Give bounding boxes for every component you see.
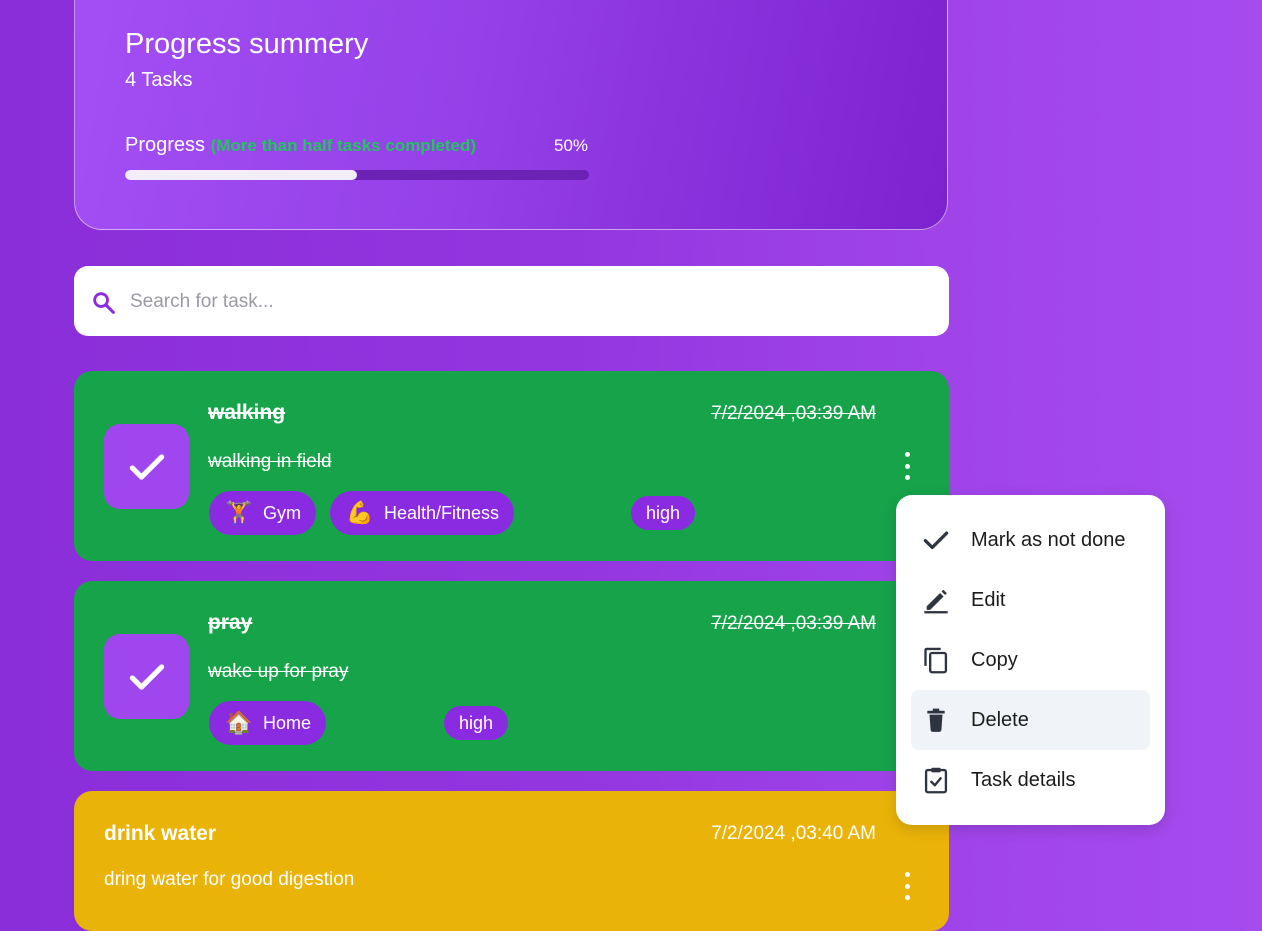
task-count: 4 Tasks	[125, 69, 193, 91]
menu-item-label: Mark as not done	[971, 528, 1126, 551]
pencil-icon	[921, 585, 951, 615]
task-title: walking	[208, 401, 286, 424]
task-card[interactable]: drink water 7/2/2024 ,03:40 AM dring wat…	[74, 791, 949, 931]
check-icon	[921, 525, 951, 555]
task-card[interactable]: walking 7/2/2024 ,03:39 AM walking in fi…	[74, 371, 949, 561]
trash-icon	[921, 705, 951, 735]
done-checkbox[interactable]	[104, 634, 189, 719]
menu-item-label: Delete	[971, 708, 1029, 731]
summary-title: Progress summery	[125, 28, 369, 60]
menu-item-copy[interactable]: Copy	[911, 630, 1150, 690]
progress-note: (More than half tasks completed)	[210, 136, 477, 155]
progress-label-row: Progress (More than half tasks completed…	[125, 134, 476, 157]
check-icon	[129, 663, 164, 690]
copy-icon	[921, 645, 951, 675]
house-icon: 🏠	[225, 710, 253, 735]
task-description: walking in field	[208, 451, 332, 472]
menu-item-task-details[interactable]: Task details	[911, 750, 1150, 810]
task-title: drink water	[104, 822, 217, 845]
dumbbell-icon: 🏋️	[225, 500, 253, 525]
category-tag-home: 🏠 Home	[209, 701, 327, 745]
menu-item-edit[interactable]: Edit	[911, 570, 1150, 630]
search-input[interactable]	[128, 286, 912, 318]
task-description: dring water for good digestion	[104, 869, 355, 890]
task-title: pray	[208, 611, 253, 634]
check-icon	[129, 453, 164, 480]
priority-badge: high	[631, 496, 696, 530]
menu-item-mark-not-done[interactable]: Mark as not done	[911, 510, 1150, 570]
done-checkbox[interactable]	[104, 424, 189, 509]
progress-bar	[125, 170, 589, 180]
progress-percent: 50%	[554, 136, 589, 155]
menu-item-delete[interactable]: Delete	[911, 690, 1150, 750]
tag-label: Gym	[263, 502, 301, 523]
tag-label: Health/Fitness	[384, 502, 500, 523]
progress-summary-card: Progress summery 4 Tasks Progress (More …	[74, 0, 948, 230]
tag-label: Home	[263, 712, 312, 733]
more-options-button[interactable]	[899, 872, 915, 900]
category-tag-health-fitness: 💪 Health/Fitness	[330, 491, 515, 535]
menu-item-label: Task details	[971, 768, 1076, 791]
progress-bar-fill	[125, 170, 357, 180]
task-card[interactable]: pray 7/2/2024 ,03:39 AM wake up for pray…	[74, 581, 949, 771]
menu-item-label: Copy	[971, 648, 1018, 671]
more-options-button[interactable]	[899, 452, 915, 480]
task-date: 7/2/2024 ,03:39 AM	[711, 613, 876, 634]
menu-item-label: Edit	[971, 588, 1006, 611]
more-vertical-icon	[904, 452, 910, 457]
flexed-biceps-icon: 💪	[346, 500, 374, 525]
search-icon	[90, 289, 118, 322]
progress-label: Progress	[125, 134, 206, 156]
task-context-menu: Mark as not done Edit Copy Delete Task d…	[896, 495, 1165, 825]
task-description: wake up for pray	[208, 661, 349, 682]
priority-badge: high	[444, 706, 509, 740]
task-date: 7/2/2024 ,03:39 AM	[711, 403, 876, 424]
more-vertical-icon	[904, 872, 910, 877]
clipboard-check-icon	[921, 765, 951, 795]
task-date: 7/2/2024 ,03:40 AM	[711, 823, 876, 844]
category-tag-gym: 🏋️ Gym	[209, 491, 316, 535]
search-bar	[74, 266, 949, 336]
